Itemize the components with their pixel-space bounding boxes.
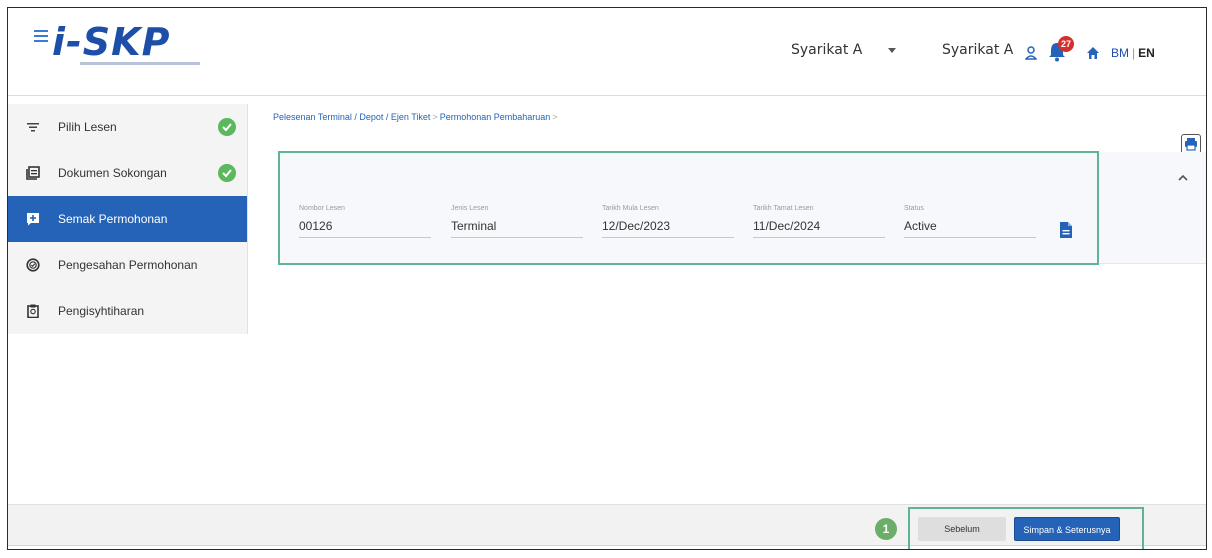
tarikh-mula-field: Tarikh Mula Lesen 12/Dec/2023 xyxy=(602,205,734,238)
check-icon xyxy=(218,164,236,182)
sidebar-item-label: Dokumen Sokongan xyxy=(58,166,167,180)
document-icon[interactable] xyxy=(1059,221,1073,239)
company-select[interactable]: Syarikat A xyxy=(791,42,862,58)
breadcrumb-separator: > xyxy=(552,112,558,122)
field-value: Terminal xyxy=(451,219,583,238)
field-value: 00126 xyxy=(299,219,431,238)
sidebar-item-label: Semak Permohonan xyxy=(58,212,168,226)
check-icon xyxy=(218,118,236,136)
step-number-badge: 1 xyxy=(875,518,897,540)
field-label: Tarikh Tamat Lesen xyxy=(753,205,814,212)
menu-icon[interactable] xyxy=(34,30,48,42)
tarikh-tamat-field: Tarikh Tamat Lesen 11/Dec/2024 xyxy=(753,205,885,238)
chevron-down-icon[interactable] xyxy=(888,48,896,53)
sidebar-item-pengesahan-permohonan[interactable]: Pengesahan Permohonan xyxy=(8,242,247,288)
notification-button[interactable]: 27 xyxy=(1048,36,1076,62)
user-icon[interactable] xyxy=(1025,46,1037,60)
sidebar-item-label: Pengesahan Permohonan xyxy=(58,258,198,272)
notification-badge: 27 xyxy=(1058,36,1074,52)
field-label: Tarikh Mula Lesen xyxy=(602,205,659,212)
breadcrumb-link-pelesenan[interactable]: Pelesenan Terminal / Depot / Ejen Tiket xyxy=(273,112,430,122)
sidebar-item-semak-permohonan[interactable]: Semak Permohonan xyxy=(8,196,247,242)
chevron-up-icon[interactable] xyxy=(1178,173,1188,183)
nombor-lesen-field: Nombor Lesen 00126 xyxy=(299,205,431,238)
status-field: Status Active xyxy=(904,205,1036,238)
add-box-icon xyxy=(27,213,39,226)
library-icon xyxy=(26,166,40,180)
app-logo[interactable]: i-SKP xyxy=(52,22,212,70)
field-label: Status xyxy=(904,205,924,212)
print-icon xyxy=(1185,138,1197,151)
field-label: Jenis Lesen xyxy=(451,205,489,212)
simpan-seterusnya-button[interactable]: Simpan & Seterusnya xyxy=(1014,517,1120,541)
sidebar-item-pilih-lesen[interactable]: Pilih Lesen xyxy=(8,104,247,150)
jenis-lesen-field: Jenis Lesen Terminal xyxy=(451,205,583,238)
app-window: i-SKP Syarikat A Syarikat A 27 BM | EN P… xyxy=(7,7,1207,550)
field-value: 11/Dec/2024 xyxy=(753,219,885,238)
sidebar: Pilih Lesen Dokumen Sokongan Semak Permo… xyxy=(8,104,248,334)
lang-bm-link[interactable]: BM xyxy=(1111,46,1129,60)
field-value: Active xyxy=(904,219,1036,238)
top-header: i-SKP Syarikat A Syarikat A 27 BM | EN xyxy=(8,8,1206,96)
field-value: 12/Dec/2023 xyxy=(602,219,734,238)
language-switch: BM | EN xyxy=(1111,46,1155,60)
logo-prefix: i-S xyxy=(52,20,112,64)
home-icon[interactable] xyxy=(1086,46,1100,60)
filter-icon xyxy=(27,123,39,132)
field-label: Nombor Lesen xyxy=(299,205,345,212)
check-circle-outline-icon xyxy=(26,258,40,272)
breadcrumb-link-pembaharuan[interactable]: Permohonan Pembaharuan xyxy=(440,112,551,122)
company-name: Syarikat A xyxy=(942,42,1014,58)
sidebar-item-dokumen-sokongan[interactable]: Dokumen Sokongan xyxy=(8,150,247,196)
sebelum-button[interactable]: Sebelum xyxy=(918,517,1006,541)
lang-separator: | xyxy=(1132,46,1136,60)
sidebar-item-label: Pengisyhtiharan xyxy=(58,304,145,318)
breadcrumb: Pelesenan Terminal / Depot / Ejen Tiket >… xyxy=(273,112,560,122)
print-button[interactable] xyxy=(1181,134,1201,154)
logo-suffix: KP xyxy=(111,20,171,64)
sidebar-item-label: Pilih Lesen xyxy=(58,120,117,134)
sidebar-item-pengisyhtiharan[interactable]: Pengisyhtiharan xyxy=(8,288,247,334)
lang-en-link[interactable]: EN xyxy=(1138,46,1155,60)
logo-tagline xyxy=(80,62,200,65)
clipboard-icon xyxy=(27,304,39,318)
breadcrumb-separator: > xyxy=(432,112,438,122)
